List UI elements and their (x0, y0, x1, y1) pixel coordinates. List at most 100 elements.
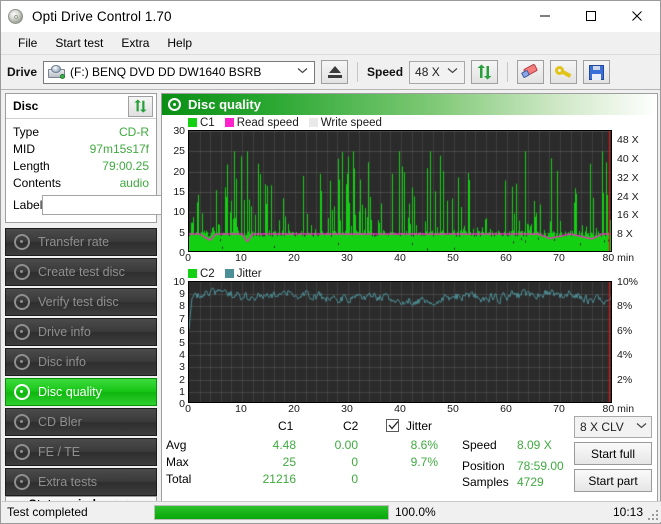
main-body: Disc Type CD-R MID 97m15s17f Length 79:0… (2, 91, 661, 512)
page-title: Disc quality (188, 97, 261, 112)
toolbar-divider (357, 62, 359, 82)
disc-info-icon (14, 354, 30, 370)
c1-chart-plot (188, 130, 612, 252)
drive-info-icon (14, 324, 30, 340)
menu-item-start-test[interactable]: Start test (46, 33, 112, 54)
stats-row-label-total: Total (166, 472, 192, 486)
c2-jitter-chart: C2 Jitter 0 1 2 3 4 5 6 7 8 9 10 2% 4% 6% 8% 10% 0 10 20… (162, 266, 657, 417)
content-panel: Disc quality C1 Read speed Write speed 0 (161, 93, 658, 502)
menu-item-extra[interactable]: Extra (112, 33, 158, 54)
sidebar-item-cd-bler[interactable]: CD Bler (5, 408, 157, 436)
disc-row-contents: Contents audio (13, 174, 149, 191)
disc-label-row: Label (13, 192, 247, 218)
resize-grip[interactable] (646, 508, 658, 520)
x-tick-label: 70 (553, 252, 565, 264)
legend-swatch-c2 (188, 269, 197, 278)
eject-icon (327, 66, 342, 78)
sidebar-item-label: Disc quality (38, 385, 102, 399)
x-tick-label: 0 (185, 403, 191, 415)
disc-contents-label: Contents (13, 175, 62, 190)
drive-label: Drive (7, 65, 38, 79)
y-tick-label: 10 (173, 206, 185, 219)
app-window: Opti Drive Control 1.70 File Start test … (0, 0, 661, 524)
key-button[interactable] (550, 60, 578, 84)
legend-label-jitter: Jitter (236, 267, 262, 280)
c1-chart-legend: C1 Read speed Write speed (162, 115, 657, 130)
sidebar-item-extra-tests[interactable]: Extra tests (5, 468, 157, 496)
key-icon (555, 65, 572, 80)
x-tick-label: 50 (447, 252, 459, 264)
sidebar-item-transfer-rate[interactable]: Transfer rate (5, 228, 157, 256)
speed-stat-label: Speed (462, 438, 497, 452)
y-tick-label: 3 (179, 361, 185, 374)
y2-tick-label: 8% (617, 300, 633, 313)
erase-button[interactable] (517, 60, 545, 84)
y-tick-label: 8 (179, 300, 185, 313)
speed-select[interactable]: 48 X (409, 60, 466, 84)
y-tick-label: 5 (179, 337, 185, 349)
y-tick-label: 4 (179, 349, 185, 362)
minimize-button[interactable] (522, 0, 568, 32)
refresh-button[interactable] (471, 60, 499, 84)
legend-label-write-speed: Write speed (320, 116, 382, 129)
disc-refresh-button[interactable] (128, 95, 153, 117)
disc-contents-value: audio (119, 175, 149, 190)
window-controls (522, 0, 660, 32)
start-full-button[interactable]: Start full (574, 442, 652, 465)
sidebar-item-label: Transfer rate (38, 235, 110, 249)
x-tick-label: 60 (500, 403, 512, 415)
menu-item-file[interactable]: File (9, 33, 46, 54)
stats-max-c1: 25 (282, 455, 296, 469)
start-part-button[interactable]: Start part (574, 469, 652, 492)
disc-type-value: CD-R (119, 124, 149, 139)
stats-avg-jitter: 8.6% (410, 438, 438, 452)
samples-stat-label: Samples (462, 475, 509, 489)
eject-button[interactable] (321, 60, 349, 84)
disc-quality-icon (14, 384, 30, 400)
progress-bar (154, 504, 389, 520)
disc-quality-icon (168, 98, 181, 111)
y-tick-label: 1 (179, 385, 185, 398)
title-bar: Opti Drive Control 1.70 (1, 0, 660, 32)
legend-label-read-speed: Read speed (236, 116, 299, 129)
y2-tick-label: 6% (617, 324, 633, 337)
progress-bar-fill (155, 505, 388, 519)
jitter-checkbox[interactable] (386, 419, 399, 432)
drive-select[interactable]: (F:) BENQ DVD DD DW1640 BSRB (43, 60, 316, 84)
refresh-icon (134, 98, 147, 113)
y2-tick-label: 2% (617, 373, 633, 386)
x-tick-label: 20 (288, 403, 300, 415)
y2-tick-label: 32 X (617, 171, 639, 184)
x-tick-label: 20 (288, 252, 300, 264)
sidebar-item-verify-test-disc[interactable]: Verify test disc (5, 288, 157, 316)
disc-label-label: Label (13, 198, 43, 212)
menu-item-help[interactable]: Help (158, 33, 201, 54)
close-button[interactable] (614, 0, 660, 32)
sidebar-item-drive-info[interactable]: Drive info (5, 318, 157, 346)
maximize-button[interactable] (568, 0, 614, 32)
y-tick-label: 15 (173, 186, 185, 198)
charts-area: C1 Read speed Write speed 0 5 10 15 20 25 30 8… (162, 115, 657, 417)
sidebar-item-disc-quality[interactable]: Disc quality (5, 378, 157, 406)
disc-icon (14, 444, 30, 460)
disc-panel-header: Disc (6, 94, 156, 119)
sidebar-item-fe-te[interactable]: FE / TE (5, 438, 157, 466)
x-tick-label: 80 min (602, 252, 635, 264)
c1-chart-y-axis: 0 5 10 15 20 25 30 (162, 125, 188, 259)
sidebar-item-create-test-disc[interactable]: Create test disc (5, 258, 157, 286)
stats-row-label-max: Max (166, 455, 189, 469)
disc-length-value: 79:00.25 (102, 158, 149, 173)
chevron-down-icon (447, 67, 458, 77)
x-tick-label: 10 (235, 403, 247, 415)
save-button[interactable] (583, 60, 611, 84)
y2-tick-label: 48 X (617, 134, 639, 147)
sidebar: Disc Type CD-R MID 97m15s17f Length 79:0… (2, 91, 247, 512)
y2-tick-label: 16 X (617, 209, 639, 222)
disc-row-type: Type CD-R (13, 123, 149, 140)
status-bar: Test completed 100.0% 10:13 (2, 501, 661, 522)
drive-toolbar: Drive (F:) BENQ DVD DD DW1640 BSRB Speed… (1, 55, 660, 90)
write-strategy-select[interactable]: 8 X CLV (574, 416, 652, 438)
sidebar-item-label: Extra tests (38, 475, 98, 489)
sidebar-item-label: Verify test disc (38, 295, 119, 309)
sidebar-item-disc-info[interactable]: Disc info (5, 348, 157, 376)
